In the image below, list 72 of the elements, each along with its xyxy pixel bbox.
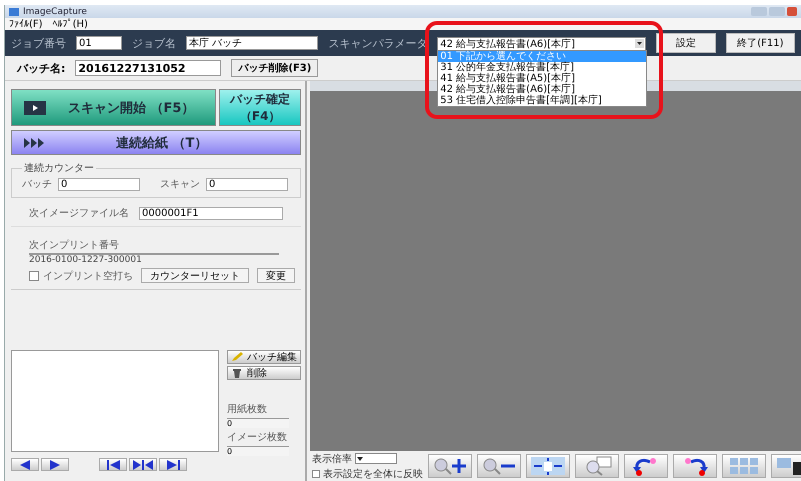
app-icon <box>9 8 19 16</box>
menu-item[interactable]: ﾌｧｲﾙ(F) <box>9 18 43 30</box>
dropdown-option[interactable]: 53 住宅借入控除申告書[年調][本庁] <box>438 94 646 106</box>
rotate-right-button[interactable] <box>673 454 717 478</box>
next-button[interactable] <box>41 458 69 471</box>
menu-item[interactable]: ﾍﾙﾌﾟ(H) <box>52 18 88 30</box>
scan-count-label: スキャン <box>160 178 200 191</box>
prev-button[interactable] <box>11 458 39 471</box>
trash-icon <box>231 368 243 378</box>
confirm-batch-button[interactable]: バッチ確定 （F4） <box>219 89 301 126</box>
first-icon <box>106 460 120 470</box>
batch-name-field[interactable]: 20161227131052 <box>75 60 222 76</box>
change-button[interactable]: 変更 <box>257 268 295 283</box>
blank-imprint-label: インプリント空打ち <box>43 270 133 282</box>
rotate-left-button[interactable] <box>624 454 668 478</box>
scan-parameter-label: スキャンパラメータ <box>328 36 428 50</box>
save-icon <box>775 456 801 476</box>
next-icon <box>50 460 60 470</box>
middle-button[interactable] <box>129 458 157 471</box>
image-count-label: イメージ枚数 <box>227 430 288 444</box>
window-title: ImageCapture <box>23 6 87 16</box>
next-file-field[interactable]: 0000001F1 <box>139 206 283 220</box>
exit-button[interactable]: 終了(F11) <box>726 33 795 53</box>
fit-icon <box>530 456 566 476</box>
start-scan-button[interactable]: スキャン開始 （F5） <box>11 89 216 126</box>
paper-count-label: 用紙枚数 <box>227 402 268 416</box>
edit-batch-button[interactable]: バッチ編集 <box>227 350 301 364</box>
prev-icon <box>20 460 30 470</box>
next-file-label: 次イメージファイル名 <box>29 207 129 220</box>
last-button[interactable] <box>159 458 187 471</box>
dropdown-arrow-icon <box>635 39 644 48</box>
job-number-label: ジョブ番号 <box>11 36 66 50</box>
zoom-label: 表示倍率 <box>312 452 352 466</box>
pencil-icon <box>231 352 243 362</box>
fast-forward-icon <box>24 138 46 148</box>
blank-imprint-checkbox[interactable] <box>29 270 39 280</box>
delete-batch-button[interactable]: バッチ削除(F3) <box>231 59 318 77</box>
batch-list[interactable] <box>11 350 219 452</box>
continuous-feed-button[interactable]: 連続給紙 （T） <box>11 130 301 155</box>
dropdown-option[interactable]: 41 給与支払報告書(A5)[本庁] <box>438 72 646 84</box>
delete-button[interactable]: 削除 <box>227 366 301 380</box>
batch-count-field[interactable]: 0 <box>58 178 140 190</box>
play-icon <box>24 100 46 114</box>
middle-icon <box>133 460 153 470</box>
scan-parameter-dropdown[interactable]: 42 給与支払報告書(A6)[本庁] <box>437 36 646 50</box>
job-name-label: ジョブ名 <box>132 36 176 50</box>
batch-count-label: バッチ <box>22 178 52 191</box>
apply-all-checkbox[interactable] <box>312 470 320 478</box>
zoom-area-button[interactable] <box>575 454 619 478</box>
dropdown-option[interactable]: 42 給与支払報告書(A6)[本庁] <box>438 84 646 94</box>
counter-reset-button[interactable]: カウンターリセット <box>141 268 249 283</box>
fit-button[interactable] <box>526 454 570 478</box>
batch-name-label: バッチ名: <box>17 60 66 76</box>
image-count-value: 0 <box>227 446 289 456</box>
group-title: 連続カウンター <box>23 162 95 175</box>
zoom-in-icon <box>432 456 468 476</box>
settings-button[interactable]: 設定 <box>656 33 716 53</box>
last-icon <box>166 460 180 470</box>
zoom-out-button[interactable] <box>477 454 521 478</box>
imprint-number-label: 次インプリント番号 <box>29 240 119 251</box>
first-button[interactable] <box>99 458 127 471</box>
job-number-field[interactable]: 01 <box>76 36 122 50</box>
zoom-dropdown[interactable] <box>355 453 397 464</box>
zoom-in-button[interactable] <box>428 454 472 478</box>
zoom-out-icon <box>481 456 517 476</box>
dropdown-arrow-icon <box>356 454 364 462</box>
apply-all-label: 表示設定を全体に反映 <box>323 468 423 480</box>
job-name-field[interactable]: 本庁 バッチ <box>186 36 318 50</box>
scan-count-field[interactable]: 0 <box>206 178 288 190</box>
paper-count-value: 0 <box>227 418 289 428</box>
imprint-number-field: 2016-0100-1227-300001 <box>29 253 279 265</box>
dropdown-option[interactable]: 31 公的年金支払報告書[本庁] <box>438 62 646 72</box>
